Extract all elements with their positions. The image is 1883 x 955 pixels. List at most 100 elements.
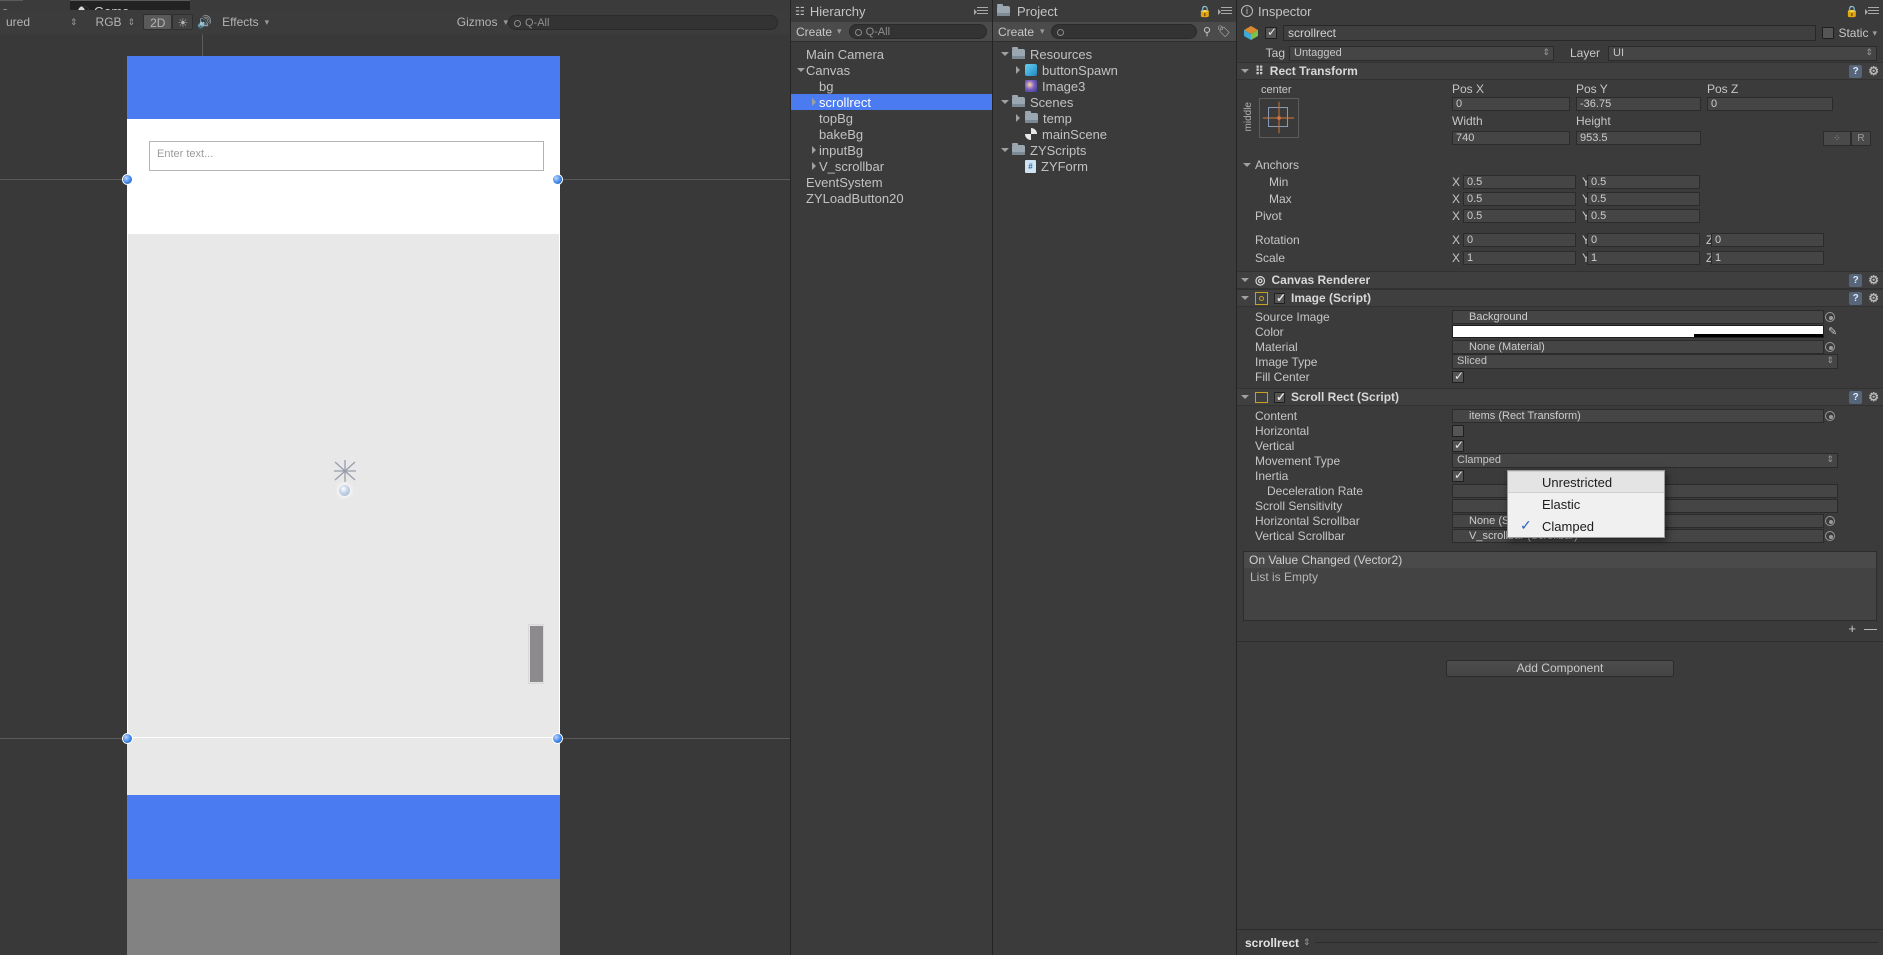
pos-z-field[interactable]: 0 bbox=[1707, 97, 1833, 111]
object-picker-icon[interactable] bbox=[1825, 311, 1835, 322]
rect-transform-foldout-icon[interactable] bbox=[1241, 69, 1249, 73]
image-enabled-checkbox[interactable] bbox=[1274, 291, 1287, 305]
scale-z-field[interactable]: 1 bbox=[1711, 251, 1824, 265]
anchors-foldout-icon[interactable] bbox=[1243, 162, 1251, 167]
image-script-foldout-icon[interactable] bbox=[1241, 296, 1249, 300]
eyedropper-icon[interactable]: ✎ bbox=[1828, 325, 1837, 338]
image-script-header[interactable]: Image (Script) ? ⚙ bbox=[1237, 289, 1883, 307]
vertical-scrollbar-handle[interactable] bbox=[530, 626, 543, 682]
anchors-foldout[interactable]: Anchors bbox=[1237, 158, 1452, 172]
scale-x-field[interactable]: 1 bbox=[1463, 251, 1576, 265]
inspector-options-icon[interactable] bbox=[1865, 6, 1879, 16]
hierarchy-item-v_scrollbar[interactable]: V_scrollbar bbox=[791, 158, 992, 174]
audio-icon[interactable]: 🔊 bbox=[193, 14, 216, 30]
twirl-closed-icon[interactable] bbox=[808, 146, 819, 154]
image-type-dropdown[interactable]: Sliced bbox=[1452, 354, 1838, 369]
rect-transform-header[interactable]: ⠿ Rect Transform ? ⚙ bbox=[1237, 62, 1883, 80]
effects-dropdown[interactable]: Effects bbox=[216, 14, 264, 30]
rotation-x-field[interactable]: 0 bbox=[1463, 233, 1576, 247]
width-field[interactable]: 740 bbox=[1452, 131, 1570, 145]
help-icon[interactable]: ? bbox=[1849, 291, 1863, 305]
color-mode-caret-icon[interactable]: ⇕ bbox=[128, 17, 136, 28]
effects-caret-icon[interactable]: ▾ bbox=[265, 17, 270, 28]
gear-icon[interactable]: ⚙ bbox=[1868, 291, 1879, 305]
static-caret-icon[interactable]: ▾ bbox=[1872, 28, 1877, 39]
pos-x-field[interactable]: 0 bbox=[1452, 97, 1570, 111]
gear-icon[interactable]: ⚙ bbox=[1868, 273, 1879, 287]
gizmos-dropdown[interactable]: Gizmos bbox=[451, 14, 504, 30]
toggle-2d-button[interactable]: 2D bbox=[143, 14, 173, 30]
selection-handle-bottom-left[interactable] bbox=[123, 734, 132, 743]
hierarchy-create-caret-icon[interactable]: ▾ bbox=[837, 26, 842, 37]
add-component-button[interactable]: Add Component bbox=[1446, 660, 1674, 677]
object-picker-icon[interactable] bbox=[1825, 515, 1835, 526]
twirl-closed-icon[interactable] bbox=[1012, 66, 1023, 74]
gear-icon[interactable]: ⚙ bbox=[1868, 390, 1879, 404]
color-mode-dropdown[interactable]: RGB bbox=[90, 14, 128, 30]
material-object-field[interactable]: None (Material) bbox=[1452, 339, 1835, 354]
selection-handle-top-right[interactable] bbox=[553, 175, 562, 184]
static-toggle[interactable]: Static ▾ bbox=[1822, 26, 1877, 40]
anchor-max-y-field[interactable]: 0.5 bbox=[1587, 191, 1700, 206]
color-swatch[interactable] bbox=[1452, 325, 1824, 338]
hierarchy-item-scrollrect[interactable]: scrollrect bbox=[791, 94, 992, 110]
twirl-closed-icon[interactable] bbox=[1012, 114, 1023, 122]
scale-y-field[interactable]: 1 bbox=[1587, 251, 1700, 265]
anchor-min-y-field[interactable]: 0.5 bbox=[1587, 174, 1700, 189]
scroll-rect-header[interactable]: Scroll Rect (Script) ? ⚙ bbox=[1237, 388, 1883, 406]
hierarchy-search-input[interactable]: Q-All bbox=[848, 24, 987, 39]
twirl-open-icon[interactable] bbox=[999, 100, 1010, 104]
twirl-open-icon[interactable] bbox=[999, 148, 1010, 152]
project-search-input[interactable] bbox=[1050, 24, 1197, 39]
lighting-icon[interactable]: ☀ bbox=[172, 14, 194, 30]
project-item-mainscene[interactable]: mainScene bbox=[993, 126, 1236, 142]
anchor-max-x-field[interactable]: 0.5 bbox=[1463, 191, 1576, 206]
gameobject-enabled-checkbox[interactable] bbox=[1265, 25, 1278, 39]
dropdown-option-elastic[interactable]: Elastic bbox=[1508, 493, 1664, 515]
vertical-checkbox[interactable] bbox=[1452, 438, 1465, 452]
gameobject-name-input[interactable]: scrollrect bbox=[1283, 25, 1817, 41]
rotation-y-field[interactable]: 0 bbox=[1587, 233, 1700, 247]
hierarchy-create-button[interactable]: Create bbox=[796, 25, 832, 39]
canvas-renderer-header[interactable]: ◎ Canvas Renderer ? ⚙ bbox=[1237, 271, 1883, 289]
hierarchy-item-bakebg[interactable]: bakeBg bbox=[791, 126, 992, 142]
remove-listener-button[interactable]: — bbox=[1864, 621, 1877, 636]
pivot-handle[interactable] bbox=[339, 485, 350, 496]
source-image-object-field[interactable]: Background bbox=[1452, 309, 1835, 324]
lock-icon[interactable]: 🔒 bbox=[1198, 5, 1212, 18]
project-create-caret-icon[interactable]: ▾ bbox=[1040, 26, 1045, 37]
project-item-zyscripts[interactable]: ZYScripts bbox=[993, 142, 1236, 158]
aspect-caret-icon[interactable]: ⇕ bbox=[70, 17, 78, 28]
hierarchy-item-eventsystem[interactable]: EventSystem bbox=[791, 174, 992, 190]
gizmos-search-input[interactable]: Q-All bbox=[508, 14, 778, 30]
help-icon[interactable]: ? bbox=[1849, 273, 1863, 287]
anchor-min-x-field[interactable]: 0.5 bbox=[1463, 174, 1576, 189]
pivot-y-field[interactable]: 0.5 bbox=[1587, 209, 1700, 223]
project-item-temp[interactable]: temp bbox=[993, 110, 1236, 126]
inspector-lock-icon[interactable]: 🔒 bbox=[1845, 5, 1859, 18]
anchor-preset-button[interactable] bbox=[1259, 98, 1299, 138]
project-item-image3[interactable]: Image3 bbox=[993, 78, 1236, 94]
game-render-area[interactable]: Enter text... bbox=[0, 34, 790, 955]
scroll-rect-enabled-checkbox[interactable] bbox=[1274, 390, 1287, 404]
filter-by-label-icon[interactable]: 🏷 bbox=[1217, 25, 1231, 38]
tag-dropdown[interactable]: Untagged bbox=[1289, 45, 1554, 61]
aspect-dropdown[interactable]: ured bbox=[0, 14, 70, 30]
anchor-blueprint-button[interactable]: ⁘ bbox=[1823, 130, 1851, 146]
content-object-field[interactable]: items (Rect Transform) bbox=[1452, 408, 1835, 423]
height-field[interactable]: 953.5 bbox=[1576, 131, 1701, 145]
hierarchy-item-topbg[interactable]: topBg bbox=[791, 110, 992, 126]
static-checkbox[interactable] bbox=[1822, 27, 1835, 39]
project-options-icon[interactable] bbox=[1218, 6, 1232, 16]
inertia-checkbox[interactable] bbox=[1452, 468, 1465, 482]
hierarchy-options-icon[interactable] bbox=[974, 6, 988, 16]
game-text-input[interactable]: Enter text... bbox=[149, 141, 544, 171]
hierarchy-item-bg[interactable]: bg bbox=[791, 78, 992, 94]
fill-center-checkbox[interactable] bbox=[1452, 369, 1465, 383]
gear-icon[interactable]: ⚙ bbox=[1868, 64, 1879, 78]
horizontal-checkbox[interactable] bbox=[1452, 424, 1464, 437]
hierarchy-item-zyloadbutton20[interactable]: ZYLoadButton20 bbox=[791, 190, 992, 206]
object-picker-icon[interactable] bbox=[1825, 530, 1835, 541]
inspector-footer-caret-icon[interactable]: ⇕ bbox=[1303, 937, 1311, 948]
project-item-buttonspawn[interactable]: buttonSpawn bbox=[993, 62, 1236, 78]
